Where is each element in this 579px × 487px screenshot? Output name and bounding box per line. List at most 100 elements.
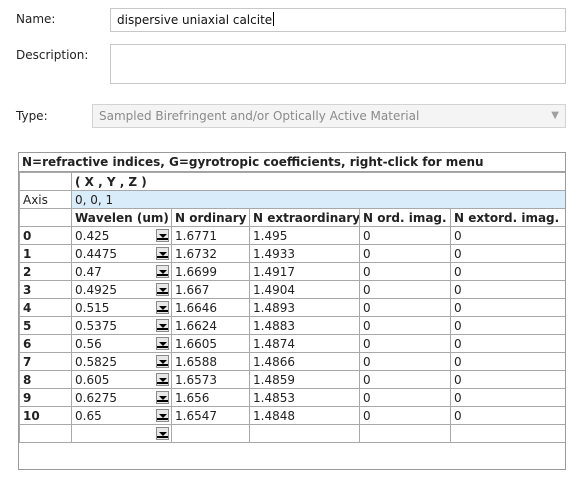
- row-index[interactable]: 3: [19, 280, 72, 299]
- dropdown-arrow-icon[interactable]: [156, 301, 169, 314]
- n-extraordinary-cell[interactable]: 1.4859: [249, 370, 360, 389]
- col-header-n-extord-imag[interactable]: N extord. imag.: [449, 208, 565, 227]
- wavelen-cell[interactable]: 0.4925: [71, 280, 172, 299]
- wavelen-cell[interactable]: 0.5825: [71, 352, 172, 371]
- dropdown-arrow-icon[interactable]: [156, 355, 169, 368]
- n-extord-imag-cell[interactable]: 0: [449, 352, 565, 371]
- dropdown-arrow-icon[interactable]: [156, 409, 169, 422]
- n-extraordinary-cell[interactable]: 1.4917: [249, 262, 360, 281]
- n-extraordinary-cell[interactable]: 1.4853: [249, 388, 360, 407]
- n-extraordinary-cell-text: 1.4848: [253, 408, 295, 423]
- wavelen-cell-text: 0.425: [75, 228, 110, 243]
- row-index[interactable]: [19, 424, 72, 443]
- n-ordinary-cell[interactable]: 1.6771: [171, 226, 250, 245]
- n-extraordinary-cell[interactable]: 1.4866: [249, 352, 360, 371]
- wavelen-cell[interactable]: [71, 424, 172, 443]
- row-index[interactable]: 5: [19, 316, 72, 335]
- n-extord-imag-cell[interactable]: 0: [449, 370, 565, 389]
- n-extord-imag-cell[interactable]: 0: [449, 280, 565, 299]
- wavelen-cell[interactable]: 0.4475: [71, 244, 172, 263]
- n-ordinary-cell[interactable]: 1.6624: [171, 316, 250, 335]
- n-ord-imag-cell[interactable]: 0: [359, 262, 451, 281]
- n-extord-imag-cell[interactable]: 0: [449, 262, 565, 281]
- dropdown-arrow-icon[interactable]: [156, 247, 169, 260]
- col-header-n-extraordinary[interactable]: N extraordinary: [249, 208, 360, 227]
- description-label: Description:: [16, 48, 89, 62]
- row-index[interactable]: 8: [19, 370, 72, 389]
- n-extord-imag-cell[interactable]: 0: [449, 244, 565, 263]
- wavelen-cell[interactable]: 0.5375: [71, 316, 172, 335]
- n-ordinary-cell[interactable]: 1.6646: [171, 298, 250, 317]
- col-header-n-ord-imag[interactable]: N ord. imag.: [359, 208, 451, 227]
- n-ord-imag-cell[interactable]: 0: [359, 244, 451, 263]
- dropdown-arrow-icon[interactable]: [156, 427, 169, 440]
- n-ord-imag-cell[interactable]: 0: [359, 334, 451, 353]
- n-extord-imag-cell-text: 0: [454, 390, 462, 405]
- n-ordinary-cell[interactable]: 1.6699: [171, 262, 250, 281]
- n-extord-imag-cell[interactable]: 0: [449, 406, 565, 425]
- n-ordinary-cell[interactable]: 1.6547: [171, 406, 250, 425]
- n-ordinary-cell[interactable]: 1.6588: [171, 352, 250, 371]
- n-extraordinary-cell[interactable]: 1.4848: [249, 406, 360, 425]
- row-index[interactable]: 9: [19, 388, 72, 407]
- dropdown-arrow-icon[interactable]: [156, 229, 169, 242]
- n-ordinary-cell[interactable]: 1.6573: [171, 370, 250, 389]
- dropdown-arrow-icon[interactable]: [156, 265, 169, 278]
- row-index[interactable]: 7: [19, 352, 72, 371]
- n-extord-imag-cell-text: 0: [454, 408, 462, 423]
- row-index-text: 3: [23, 282, 32, 297]
- row-index[interactable]: 0: [19, 226, 72, 245]
- n-ord-imag-cell[interactable]: 0: [359, 370, 451, 389]
- col-header-wavelen[interactable]: Wavelen (um): [71, 208, 172, 227]
- wavelen-cell[interactable]: 0.6275: [71, 388, 172, 407]
- row-index[interactable]: 1: [19, 244, 72, 263]
- n-extraordinary-cell[interactable]: 1.495: [249, 226, 360, 245]
- n-extord-imag-cell[interactable]: [449, 424, 565, 443]
- wavelen-cell[interactable]: 0.425: [71, 226, 172, 245]
- row-index[interactable]: 10: [19, 406, 72, 425]
- n-ord-imag-cell[interactable]: 0: [359, 352, 451, 371]
- axis-value-cell[interactable]: 0, 0, 1: [70, 190, 565, 209]
- wavelen-cell[interactable]: 0.56: [71, 334, 172, 353]
- n-extord-imag-cell[interactable]: 0: [449, 388, 565, 407]
- dropdown-arrow-icon[interactable]: [156, 391, 169, 404]
- dropdown-arrow-icon[interactable]: [156, 283, 169, 296]
- n-ord-imag-cell[interactable]: [359, 424, 451, 443]
- row-index[interactable]: 4: [19, 298, 72, 317]
- n-extord-imag-cell[interactable]: 0: [449, 226, 565, 245]
- wavelen-cell[interactable]: 0.515: [71, 298, 172, 317]
- n-extraordinary-cell[interactable]: [249, 424, 360, 443]
- n-ordinary-cell[interactable]: [171, 424, 250, 443]
- dropdown-arrow-icon[interactable]: [156, 373, 169, 386]
- col-header-n-ordinary[interactable]: N ordinary: [171, 208, 250, 227]
- n-ord-imag-cell[interactable]: 0: [359, 406, 451, 425]
- n-ord-imag-cell[interactable]: 0: [359, 280, 451, 299]
- n-ordinary-cell[interactable]: 1.6605: [171, 334, 250, 353]
- n-extraordinary-cell[interactable]: 1.4933: [249, 244, 360, 263]
- n-ordinary-cell[interactable]: 1.667: [171, 280, 250, 299]
- name-input[interactable]: dispersive uniaxial calcite: [110, 8, 566, 32]
- chevron-down-icon[interactable]: ▼: [551, 110, 559, 121]
- n-ord-imag-cell[interactable]: 0: [359, 316, 451, 335]
- row-index[interactable]: 2: [19, 262, 72, 281]
- n-ord-imag-cell[interactable]: 0: [359, 298, 451, 317]
- n-ord-imag-cell[interactable]: 0: [359, 388, 451, 407]
- row-index[interactable]: 6: [19, 334, 72, 353]
- n-ord-imag-cell[interactable]: 0: [359, 226, 451, 245]
- wavelen-cell[interactable]: 0.65: [71, 406, 172, 425]
- dropdown-arrow-icon[interactable]: [156, 337, 169, 350]
- n-extraordinary-cell[interactable]: 1.4893: [249, 298, 360, 317]
- n-extord-imag-cell[interactable]: 0: [449, 316, 565, 335]
- n-extraordinary-cell[interactable]: 1.4874: [249, 334, 360, 353]
- dropdown-arrow-icon[interactable]: [156, 319, 169, 332]
- n-ordinary-cell[interactable]: 1.656: [171, 388, 250, 407]
- n-ordinary-cell[interactable]: 1.6732: [171, 244, 250, 263]
- n-extraordinary-cell[interactable]: 1.4883: [249, 316, 360, 335]
- n-extord-imag-cell[interactable]: 0: [449, 334, 565, 353]
- wavelen-cell[interactable]: 0.605: [71, 370, 172, 389]
- description-input[interactable]: [110, 44, 566, 84]
- wavelen-cell[interactable]: 0.47: [71, 262, 172, 281]
- type-select[interactable]: Sampled Birefringent and/or Optically Ac…: [92, 104, 566, 128]
- n-extord-imag-cell[interactable]: 0: [449, 298, 565, 317]
- n-extraordinary-cell[interactable]: 1.4904: [249, 280, 360, 299]
